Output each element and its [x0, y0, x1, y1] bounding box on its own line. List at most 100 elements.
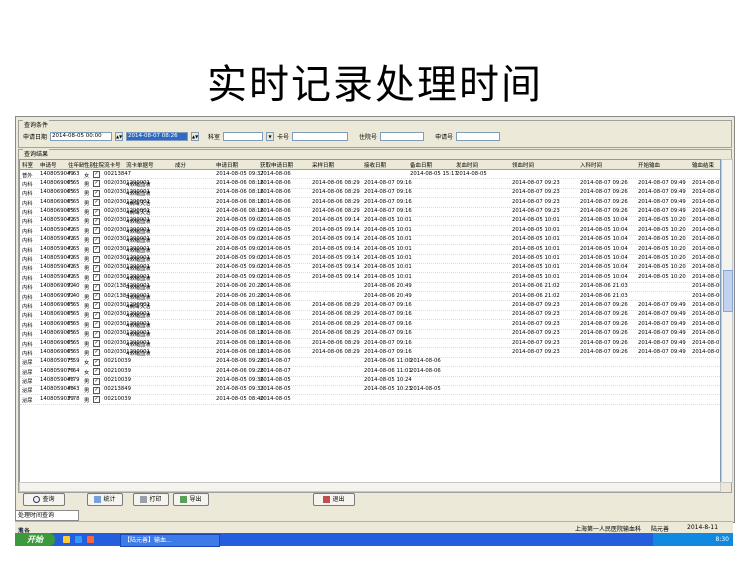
- row-checkbox[interactable]: ✓: [93, 330, 100, 338]
- table-row[interactable]: 内科 1408069065 F 65 男 ✓ 002(0301290001 4病毒灭活 201…: [20, 301, 720, 311]
- dept-dropdown-icon[interactable]: ▼: [266, 132, 275, 141]
- date-to-input[interactable]: 2014-08-07 08:26: [126, 132, 189, 141]
- row-checkbox[interactable]: ✓: [93, 274, 100, 282]
- date-from-input[interactable]: 2014-08-05 00:00: [50, 132, 113, 141]
- export-button[interactable]: 导出: [173, 493, 209, 506]
- col-header[interactable]: 接收日期: [364, 161, 386, 169]
- row-checkbox[interactable]: ✓: [93, 349, 100, 357]
- table-row[interactable]: 内科 1408059042 F 65 男 ✓ 002(0301290001 4浓缩血液 201…: [20, 264, 720, 274]
- row-checkbox[interactable]: ✓: [93, 246, 100, 254]
- row-checkbox[interactable]: ✓: [93, 283, 100, 291]
- table-row[interactable]: 泌尿 1408059048 F 79 男 ✓ 00210039 2014-08-05 09:…: [20, 377, 720, 386]
- col-header[interactable]: 成分: [175, 161, 186, 169]
- table-row[interactable]: 内科 1408059042 F 65 男 ✓ 002(0301290001 4浓缩血液 201…: [20, 226, 720, 236]
- table-cell: 2014-08-07 09:49: [638, 189, 686, 196]
- col-header[interactable]: 采样日期: [312, 161, 334, 169]
- scrollbar-thumb[interactable]: [723, 270, 733, 312]
- tab-query[interactable]: 处理时间查询: [15, 510, 79, 521]
- table-row[interactable]: 内科 1408069065 F 65 男 ✓ 002(0301290001 4浓缩血液 201…: [20, 179, 720, 189]
- table-row[interactable]: 内科 1408069065 F 65 男 ✓ 002(0301290001 4浓缩血液 201…: [20, 330, 720, 340]
- row-checkbox[interactable]: ✓: [93, 208, 100, 216]
- col-header[interactable]: 住年龄: [68, 161, 85, 169]
- col-header[interactable]: 入科时间: [580, 161, 602, 169]
- table-cell: 4浓缩血液: [126, 219, 151, 226]
- table-row[interactable]: 内科 1408069065 F 65 男 ✓ 002(0301290001 4浓缩血液 201…: [20, 320, 720, 330]
- row-checkbox[interactable]: ✓: [93, 199, 100, 207]
- date-from-spinner[interactable]: ▲▼: [115, 132, 124, 141]
- table-row[interactable]: 泌尿 1408059039 F 78 男 ✓ 00210039 2014-08-05 08:…: [20, 395, 720, 405]
- row-checkbox[interactable]: ✓: [93, 311, 100, 319]
- table-cell: 2014-08-07 09:49: [638, 348, 686, 355]
- row-checkbox[interactable]: ✓: [93, 358, 100, 366]
- row-checkbox[interactable]: ✓: [93, 227, 100, 235]
- table-row[interactable]: 泌尿 1408059048 F 43 男 ✓ 00213849 2014-08-05 09:…: [20, 386, 720, 396]
- table-cell: 2014-08-07 09:49: [638, 311, 686, 318]
- col-header[interactable]: 发血时间: [456, 161, 478, 169]
- apply-input[interactable]: [456, 132, 501, 141]
- col-header[interactable]: 流卡单据号: [126, 161, 154, 169]
- dept-select[interactable]: [223, 132, 264, 141]
- table-row[interactable]: 内科 1408059042 F 65 男 ✓ 002(0301290001 4浓缩血液 201…: [20, 273, 720, 283]
- row-checkbox[interactable]: ✓: [93, 264, 100, 272]
- stats-button[interactable]: 统计: [87, 493, 123, 506]
- col-header[interactable]: 开始输血: [638, 161, 660, 169]
- row-checkbox[interactable]: ✓: [93, 302, 100, 310]
- row-checkbox[interactable]: ✓: [93, 217, 100, 225]
- row-checkbox[interactable]: ✓: [93, 386, 100, 394]
- row-checkbox[interactable]: ✓: [93, 236, 100, 244]
- table-row[interactable]: 内科 1408069092 F 40 男 ✓ 002(1384290001 4浓缩血液 201…: [20, 292, 720, 302]
- exit-button[interactable]: 退出: [313, 493, 355, 506]
- search-icon: [33, 496, 41, 503]
- print-button[interactable]: 打印: [133, 493, 169, 506]
- col-header[interactable]: 申请号: [40, 161, 57, 169]
- browser-icon[interactable]: [75, 536, 82, 543]
- table-row[interactable]: 内科 1408059042 F 65 男 ✓ 002(0301290001 4浓缩血液 201…: [20, 245, 720, 255]
- col-header[interactable]: 申请日期: [216, 161, 238, 169]
- table-row[interactable]: 泌尿 1408059076 F 64 女 ✓ 00210039 2014-08-06 09:…: [20, 367, 720, 377]
- results-grid[interactable]: 科室 申请号 住年龄 性别 住院 流卡号 流卡单据号 成分 申请日期 获取申请日…: [19, 159, 721, 483]
- table-row[interactable]: 内科 1408069065 F 65 男 ✓ 002(0301290001 4浓缩血液 201…: [20, 189, 720, 199]
- col-header[interactable]: 领血时间: [512, 161, 534, 169]
- row-checkbox[interactable]: ✓: [93, 189, 100, 197]
- table-row[interactable]: 内科 1408069065 F 65 男 ✓ 002(0301290001 4病毒灭活 201…: [20, 198, 720, 208]
- table-row[interactable]: 内科 1408069065 F 65 男 ✓ 002(0301290001 4浓缩血液 201…: [20, 311, 720, 321]
- table-cell: 2014-08-05 09:14: [312, 226, 360, 233]
- start-button[interactable]: 开始: [15, 533, 55, 546]
- date-to-spinner[interactable]: ▲▼: [191, 132, 200, 141]
- col-header[interactable]: 住院: [93, 161, 104, 169]
- row-checkbox[interactable]: ✓: [93, 321, 100, 329]
- table-row[interactable]: 内科 1408069065 F 65 男 ✓ 002(0301290001 4病毒灭活 201…: [20, 208, 720, 217]
- card-input[interactable]: [292, 132, 349, 141]
- inpatient-input[interactable]: [380, 132, 425, 141]
- table-row[interactable]: 内科 1408069092 F 40 男 ✓ 002(1384290001 4浓缩血液 201…: [20, 283, 720, 293]
- row-checkbox[interactable]: ✓: [93, 396, 100, 404]
- desktop-icon[interactable]: [63, 536, 70, 543]
- row-checkbox[interactable]: ✓: [93, 377, 100, 385]
- row-checkbox[interactable]: ✓: [93, 340, 100, 348]
- table-row[interactable]: 内科 1408059042 F 65 男 ✓ 002(0301290001 4浓缩血液 201…: [20, 217, 720, 227]
- media-icon[interactable]: [87, 536, 94, 543]
- table-cell: 2014-08-06 21:02: [512, 283, 560, 290]
- table-cell: 2014-08-07 09:26: [580, 330, 628, 337]
- table-row[interactable]: 普外 1408059049 F 63 女 ✓ 00213847 2014-08-05 09:…: [20, 170, 720, 180]
- row-checkbox[interactable]: ✓: [93, 293, 100, 301]
- col-header[interactable]: 科室: [22, 161, 33, 169]
- row-checkbox[interactable]: ✓: [93, 180, 100, 188]
- table-row[interactable]: 内科 1408059042 F 65 男 ✓ 002(0301290001 4浓缩血液 201…: [20, 255, 720, 264]
- table-cell: 2014-08-06: [260, 320, 291, 327]
- row-checkbox[interactable]: ✓: [93, 171, 100, 178]
- col-header[interactable]: 输血结束: [692, 161, 714, 169]
- row-checkbox[interactable]: ✓: [93, 255, 100, 263]
- col-header[interactable]: 获取申请日期: [260, 161, 293, 169]
- col-header[interactable]: 流卡号: [104, 161, 121, 169]
- horizontal-scrollbar[interactable]: [19, 482, 721, 492]
- row-checkbox[interactable]: ✓: [93, 368, 100, 376]
- table-row[interactable]: 内科 1408069065 F 65 男 ✓ 002(0301290001 4浓缩血液 201…: [20, 348, 720, 358]
- table-row[interactable]: 内科 1408059042 F 65 男 ✓ 002(0301290001 4浓缩血液 201…: [20, 236, 720, 246]
- table-row[interactable]: 内科 1408069065 F 65 男 ✓ 002(0301290001 4浓缩血液 201…: [20, 339, 720, 349]
- taskbar-task[interactable]: 【陆元善】输血...: [120, 534, 220, 547]
- table-row[interactable]: 泌尿 1408059075 F 59 女 ✓ 00210039 2014-08-06 09:…: [20, 358, 720, 368]
- vertical-scrollbar[interactable]: [721, 159, 733, 483]
- query-button[interactable]: 查询: [23, 493, 65, 506]
- col-header[interactable]: 备血日期: [410, 161, 432, 169]
